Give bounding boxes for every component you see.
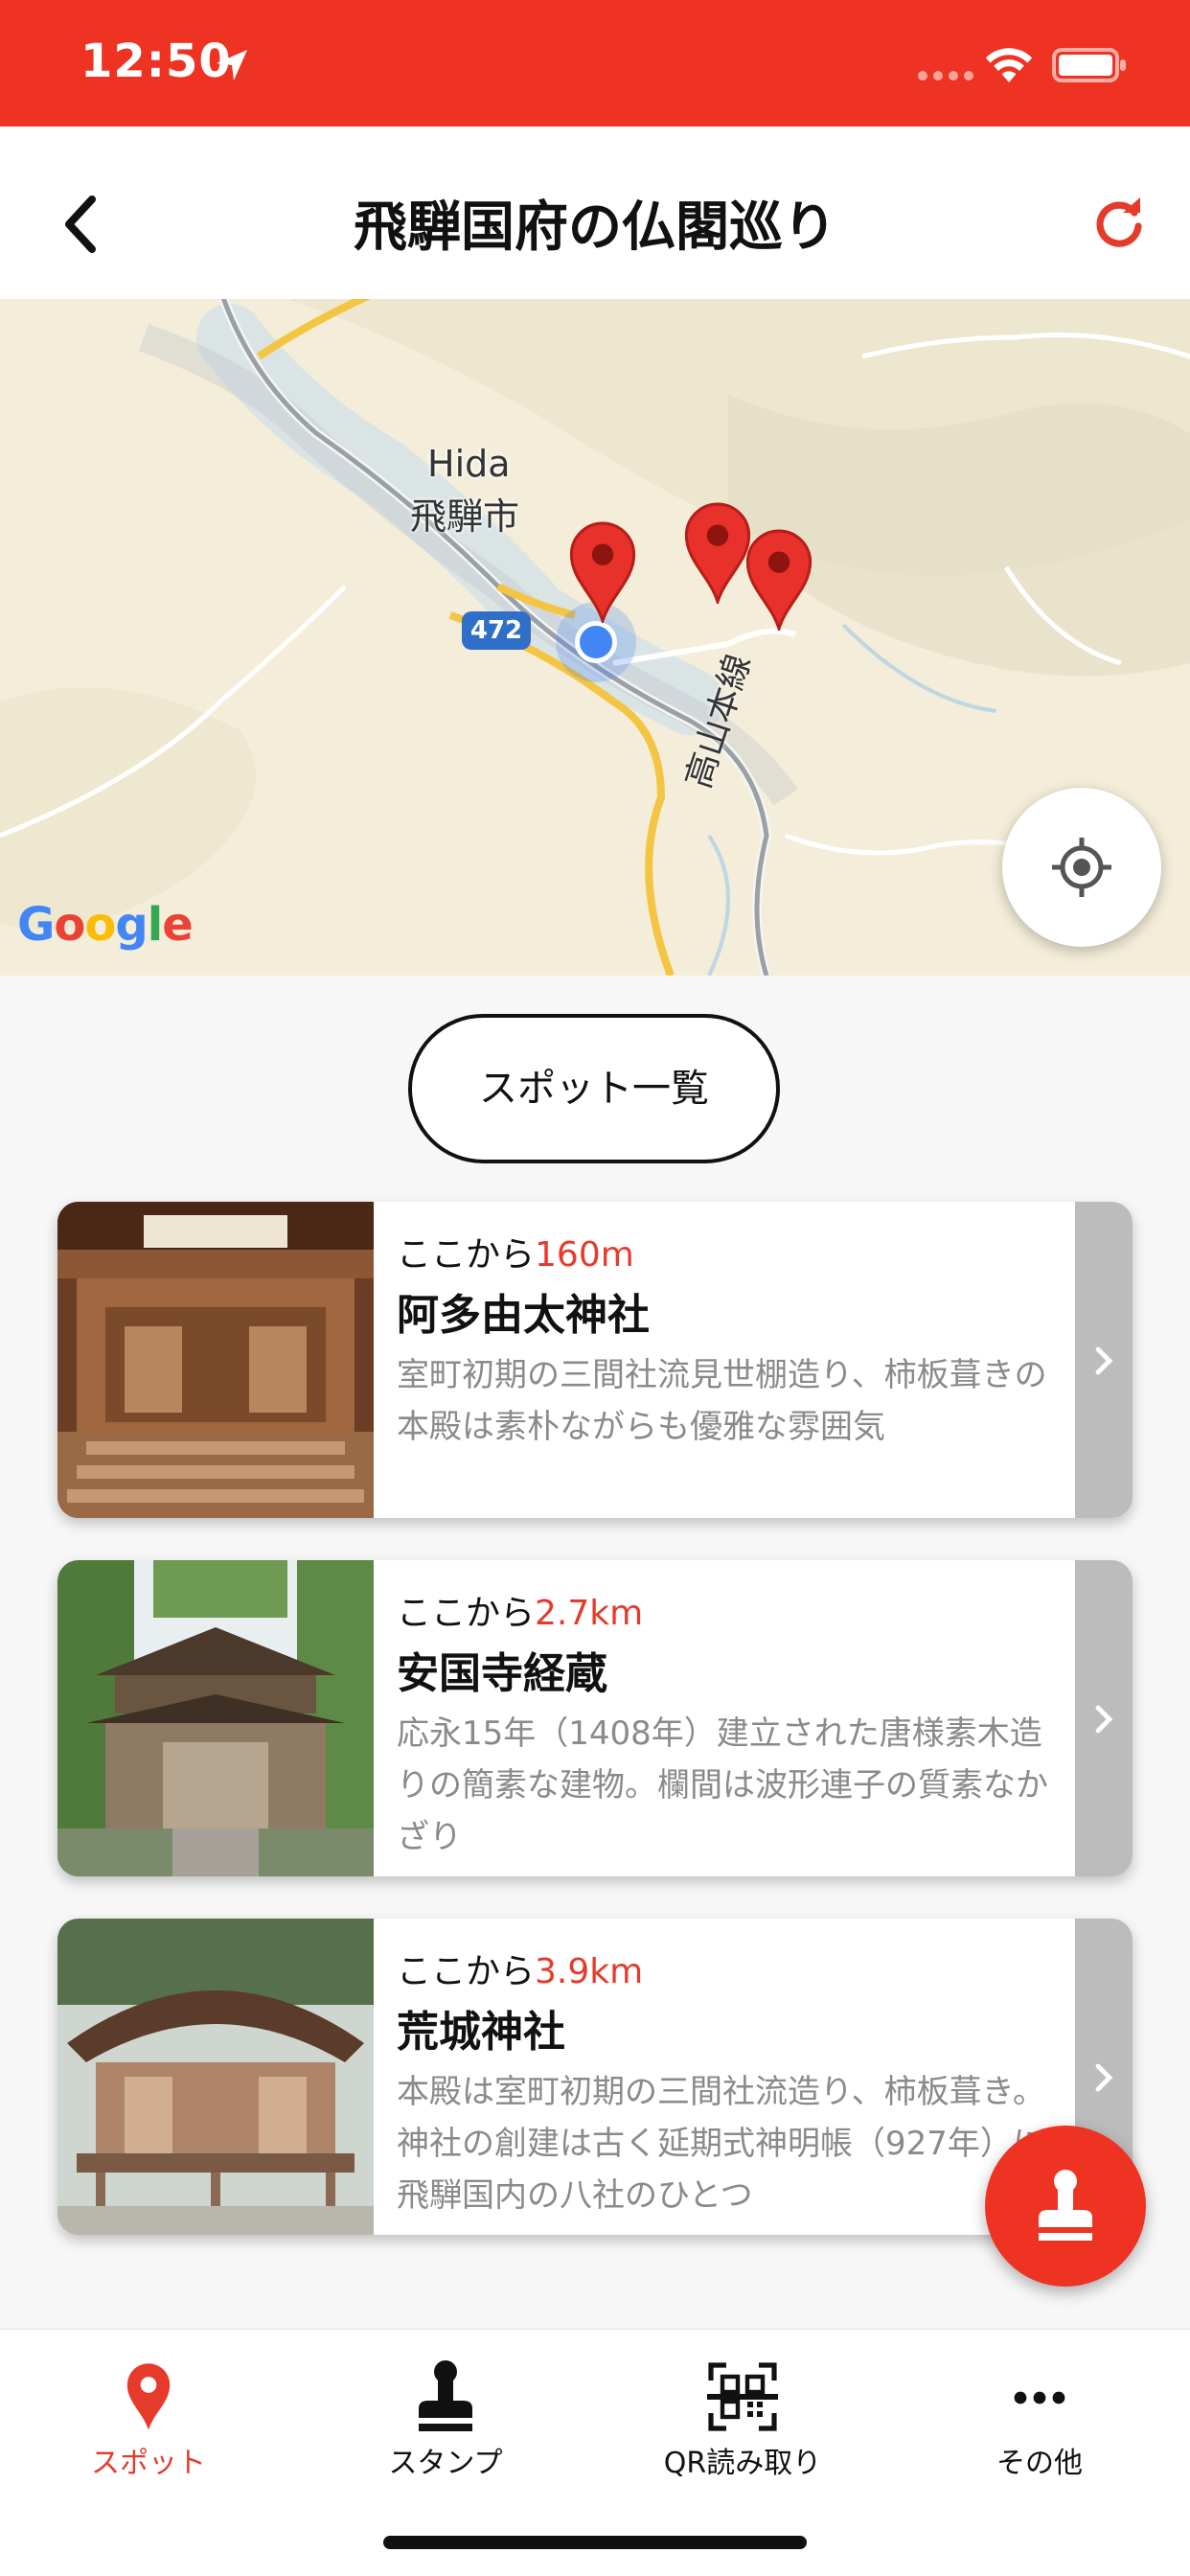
route-badge: 472	[462, 611, 531, 650]
spot-name: 阿多由太神社	[397, 1291, 650, 1340]
tab-other[interactable]: その他	[891, 2358, 1188, 2481]
tab-spot[interactable]: スポット	[0, 2358, 297, 2481]
my-location-button[interactable]	[1002, 788, 1161, 947]
wifi-icon	[985, 48, 1033, 82]
chevron-right-icon	[1095, 1705, 1113, 1734]
spot-description: 室町初期の三間社流見世棚造り、柿板葺きの本殿は素朴ながらも優雅な雰囲気	[397, 1356, 1047, 1446]
tab-qr-reader[interactable]: QR読み取り	[594, 2358, 891, 2481]
distance-value: 160m	[535, 1235, 634, 1275]
chevron-right-icon	[1095, 2063, 1113, 2092]
refresh-icon[interactable]	[1092, 196, 1146, 249]
status-bar: 12:50	[0, 0, 1190, 126]
stamp-icon	[419, 2360, 472, 2431]
stamp-icon	[1039, 2170, 1092, 2241]
tab-label: QR読み取り	[663, 2447, 822, 2480]
map-place-label-en: Hida	[427, 443, 511, 485]
battery-icon	[1052, 48, 1126, 82]
spot-name: 安国寺経蔵	[397, 1649, 607, 1698]
spot-description: 本殿は室町初期の三間社流造り、柿板葺き。神社の創建は古く延期式神明帳（927年）…	[397, 2073, 1045, 2215]
map-view[interactable]: Hida 飛騨市 472 高山本線 Google	[0, 299, 1190, 976]
map-pin-icon	[126, 2363, 171, 2430]
spot-photo	[57, 1560, 374, 1876]
tab-stamp[interactable]: スタンプ	[297, 2358, 594, 2481]
home-indicator	[383, 2536, 807, 2549]
tab-label: スタンプ	[388, 2447, 503, 2480]
distance-value: 3.9km	[535, 1952, 644, 1991]
google-logo: Google	[17, 898, 194, 952]
status-time: 12:50	[80, 34, 232, 88]
spot-name: 荒城神社	[397, 2008, 565, 2057]
distance-prefix: ここから	[397, 1235, 536, 1275]
qr-code-icon	[707, 2362, 778, 2431]
more-icon	[1014, 2391, 1065, 2404]
navigation-header: 飛騨国府の仏閣巡り	[0, 126, 1190, 299]
map-place-label-jp: 飛騨市	[410, 495, 520, 538]
signal-icon	[918, 71, 973, 80]
location-arrow-icon	[217, 50, 247, 80]
stamp-fab-button[interactable]	[985, 2126, 1146, 2287]
crosshair-icon	[1052, 838, 1111, 897]
page-title: 飛騨国府の仏閣巡り	[354, 196, 836, 259]
card-detail-button[interactable]	[1075, 1560, 1133, 1876]
spot-card[interactable]: ここから160m 阿多由太神社 室町初期の三間社流見世棚造り、柿板葺きの本殿は素…	[57, 1202, 1133, 1518]
spot-card[interactable]: ここから3.9km 荒城神社 本殿は室町初期の三間社流造り、柿板葺き。神社の創建…	[57, 1919, 1133, 2235]
spot-description: 応永15年（1408年）建立された唐様素木造りの簡素な建物。欄間は波形連子の質素…	[397, 1714, 1048, 1856]
spot-photo	[57, 1202, 374, 1518]
card-detail-button[interactable]	[1075, 1202, 1133, 1518]
tab-label: その他	[996, 2447, 1083, 2480]
distance-value: 2.7km	[535, 1594, 644, 1633]
map-pin-icon[interactable]	[744, 529, 814, 631]
distance-prefix: ここから	[397, 1594, 536, 1633]
spot-photo	[57, 1919, 374, 2235]
distance-prefix: ここから	[397, 1952, 536, 1991]
spot-card[interactable]: ここから2.7km 安国寺経蔵 応永15年（1408年）建立された唐様素木造りの…	[57, 1560, 1133, 1876]
map-pin-icon[interactable]	[567, 521, 638, 623]
tab-label: スポット	[91, 2447, 206, 2480]
map-pin-icon[interactable]	[682, 502, 753, 604]
spot-list-button[interactable]: スポット一覧	[408, 1014, 780, 1163]
chevron-right-icon	[1095, 1346, 1113, 1375]
